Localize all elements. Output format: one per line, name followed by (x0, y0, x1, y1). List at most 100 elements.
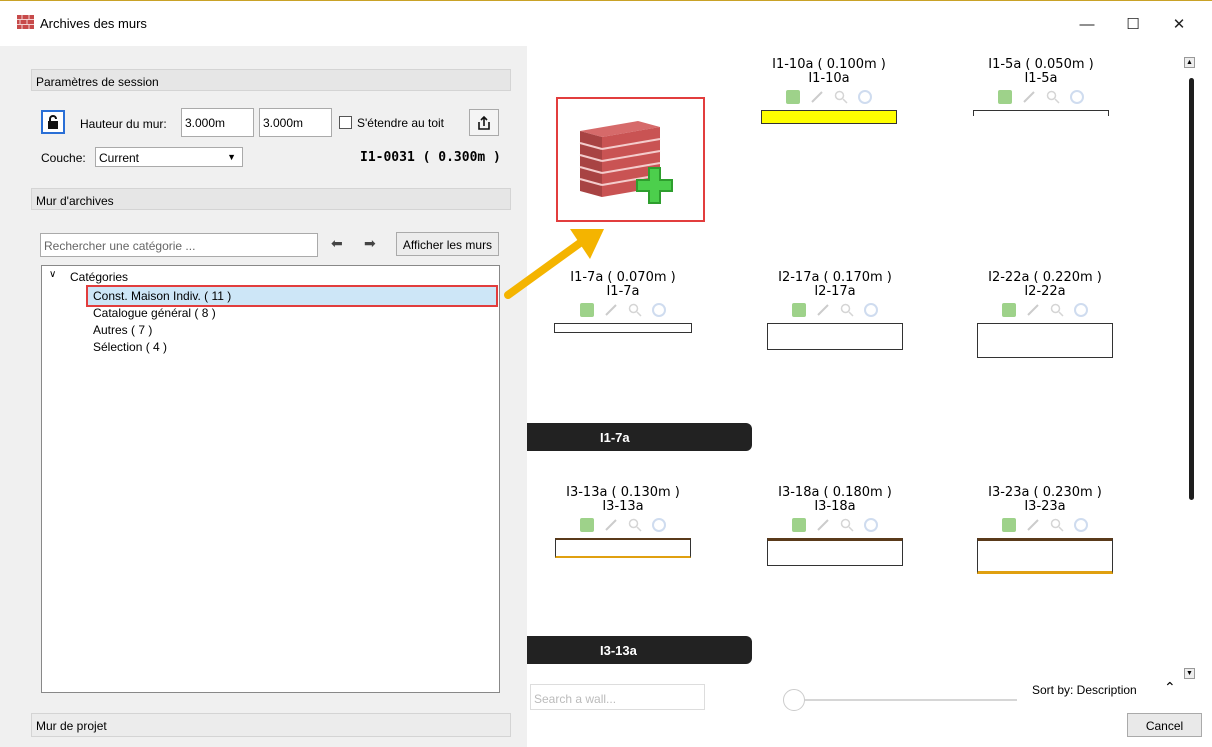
check-icon[interactable] (792, 303, 806, 317)
wall-title: I1-10a ( 0.100m ) (772, 57, 886, 72)
zoom-slider-handle[interactable] (783, 689, 805, 711)
cancel-button[interactable]: Cancel (1127, 713, 1202, 737)
wall-search-input[interactable]: Search a wall... (530, 684, 705, 710)
wall-swatch (555, 538, 691, 558)
info-icon[interactable] (864, 303, 878, 317)
group-header: I3-13a (527, 636, 752, 664)
magnifier-icon[interactable] (1046, 90, 1060, 104)
wall-swatch (767, 538, 903, 566)
window-title: Archives des murs (40, 16, 147, 31)
wall-code: I2-22a (1024, 284, 1066, 299)
magnifier-icon[interactable] (840, 518, 854, 532)
arrow-left-icon[interactable]: ⬅ (331, 235, 343, 252)
pencil-icon[interactable] (1026, 518, 1040, 532)
check-icon[interactable] (792, 518, 806, 532)
wall-card[interactable]: I1-5a ( 0.050m ) I1-5a (966, 58, 1116, 116)
pencil-icon[interactable] (816, 303, 830, 317)
layer-select-value: Current (99, 151, 140, 165)
wall-card[interactable]: I3-23a ( 0.230m ) I3-23a (970, 486, 1120, 574)
info-icon[interactable] (652, 303, 666, 317)
check-icon[interactable] (1002, 303, 1016, 317)
add-wall-icon (579, 121, 673, 204)
wall-swatch (554, 323, 692, 333)
scroll-down-button[interactable]: ▼ (1184, 668, 1195, 679)
wall-swatch (767, 323, 903, 350)
pencil-icon[interactable] (810, 90, 824, 104)
wall-card[interactable]: I3-13a ( 0.130m ) I3-13a (548, 486, 698, 558)
wall-title: I2-17a ( 0.170m ) (778, 270, 892, 285)
info-icon[interactable] (652, 518, 666, 532)
magnifier-icon[interactable] (628, 518, 642, 532)
export-button[interactable] (469, 109, 499, 136)
lock-button[interactable] (41, 110, 65, 134)
wall-code: I1-7a (606, 284, 640, 299)
wall-code: I1-10a (808, 71, 850, 86)
info-icon[interactable] (1074, 518, 1088, 532)
check-icon[interactable] (998, 90, 1012, 104)
pencil-icon[interactable] (604, 518, 618, 532)
wall-card[interactable]: I3-18a ( 0.180m ) I3-18a (760, 486, 910, 566)
sort-label[interactable]: Sort by: Description (1032, 683, 1137, 697)
magnifier-icon[interactable] (1050, 518, 1064, 532)
wall-card[interactable]: I2-17a ( 0.170m ) I2-17a (760, 271, 910, 350)
maximize-button[interactable]: ☐ (1110, 9, 1156, 39)
wall-title: I1-7a ( 0.070m ) (570, 270, 676, 285)
layer-select[interactable]: Current ▼ (95, 147, 243, 167)
chevron-down-icon: ▼ (227, 152, 236, 162)
show-walls-button[interactable]: Afficher les murs (396, 232, 499, 256)
check-icon[interactable] (1002, 518, 1016, 532)
category-item[interactable]: Const. Maison Indiv. ( 11 ) (93, 289, 231, 303)
magnifier-icon[interactable] (840, 303, 854, 317)
project-wall-header[interactable]: Mur de projet (31, 713, 511, 737)
chevron-down-icon[interactable]: ∨ (49, 269, 56, 280)
wall-code: I3-23a (1024, 499, 1066, 514)
wall-swatch (977, 323, 1113, 358)
tree-root-categories[interactable]: Catégories (70, 270, 128, 284)
scrollbar-thumb[interactable] (1189, 78, 1194, 500)
wall-card[interactable]: I1-10a ( 0.100m ) I1-10a (754, 58, 904, 124)
category-item[interactable]: Catalogue général ( 8 ) (93, 306, 216, 320)
sort-order-icon[interactable]: ⌃ (1164, 679, 1176, 696)
close-button[interactable]: ✕ (1156, 9, 1202, 39)
pencil-icon[interactable] (604, 303, 618, 317)
minimize-button[interactable]: — (1064, 9, 1110, 39)
category-item[interactable]: Autres ( 7 ) (93, 323, 152, 337)
archive-wall-header[interactable]: Mur d'archives (31, 188, 511, 210)
wall-swatch (761, 110, 897, 124)
scroll-up-button[interactable]: ▲ (1184, 57, 1195, 68)
layer-label: Couche: (41, 151, 86, 165)
check-icon[interactable] (580, 303, 594, 317)
pencil-icon[interactable] (1022, 90, 1036, 104)
extend-roof-label: S'étendre au toit (357, 116, 445, 130)
lock-icon (48, 115, 58, 129)
wall-card[interactable]: I2-22a ( 0.220m ) I2-22a (970, 271, 1120, 358)
info-icon[interactable] (864, 518, 878, 532)
category-item[interactable]: Sélection ( 4 ) (93, 340, 167, 354)
wall-height-input-1[interactable]: 3.000m (181, 108, 254, 137)
info-icon[interactable] (1070, 90, 1084, 104)
group-header: I1-7a (527, 423, 752, 451)
pencil-icon[interactable] (816, 518, 830, 532)
wall-code: I3-13a (602, 499, 644, 514)
check-icon[interactable] (580, 518, 594, 532)
arrow-right-icon[interactable]: ➡ (364, 235, 376, 252)
magnifier-icon[interactable] (1050, 303, 1064, 317)
pencil-icon[interactable] (1026, 303, 1040, 317)
category-search-input[interactable]: Rechercher une catégorie ... (40, 233, 318, 257)
wall-title: I2-22a ( 0.220m ) (988, 270, 1102, 285)
session-settings-header[interactable]: Paramètres de session (31, 69, 511, 91)
info-icon[interactable] (1074, 303, 1088, 317)
wall-height-input-2[interactable]: 3.000m (259, 108, 332, 137)
wall-title: I3-18a ( 0.180m ) (778, 485, 892, 500)
new-wall-card[interactable] (556, 97, 705, 222)
extend-roof-checkbox[interactable] (339, 116, 352, 129)
wall-title: I3-13a ( 0.130m ) (566, 485, 680, 500)
wall-code: I2-17a (814, 284, 856, 299)
wall-swatch (977, 538, 1113, 574)
zoom-slider-track[interactable] (795, 699, 1017, 701)
info-icon[interactable] (858, 90, 872, 104)
magnifier-icon[interactable] (834, 90, 848, 104)
check-icon[interactable] (786, 90, 800, 104)
wall-card[interactable]: I1-7a ( 0.070m ) I1-7a (548, 271, 698, 333)
magnifier-icon[interactable] (628, 303, 642, 317)
